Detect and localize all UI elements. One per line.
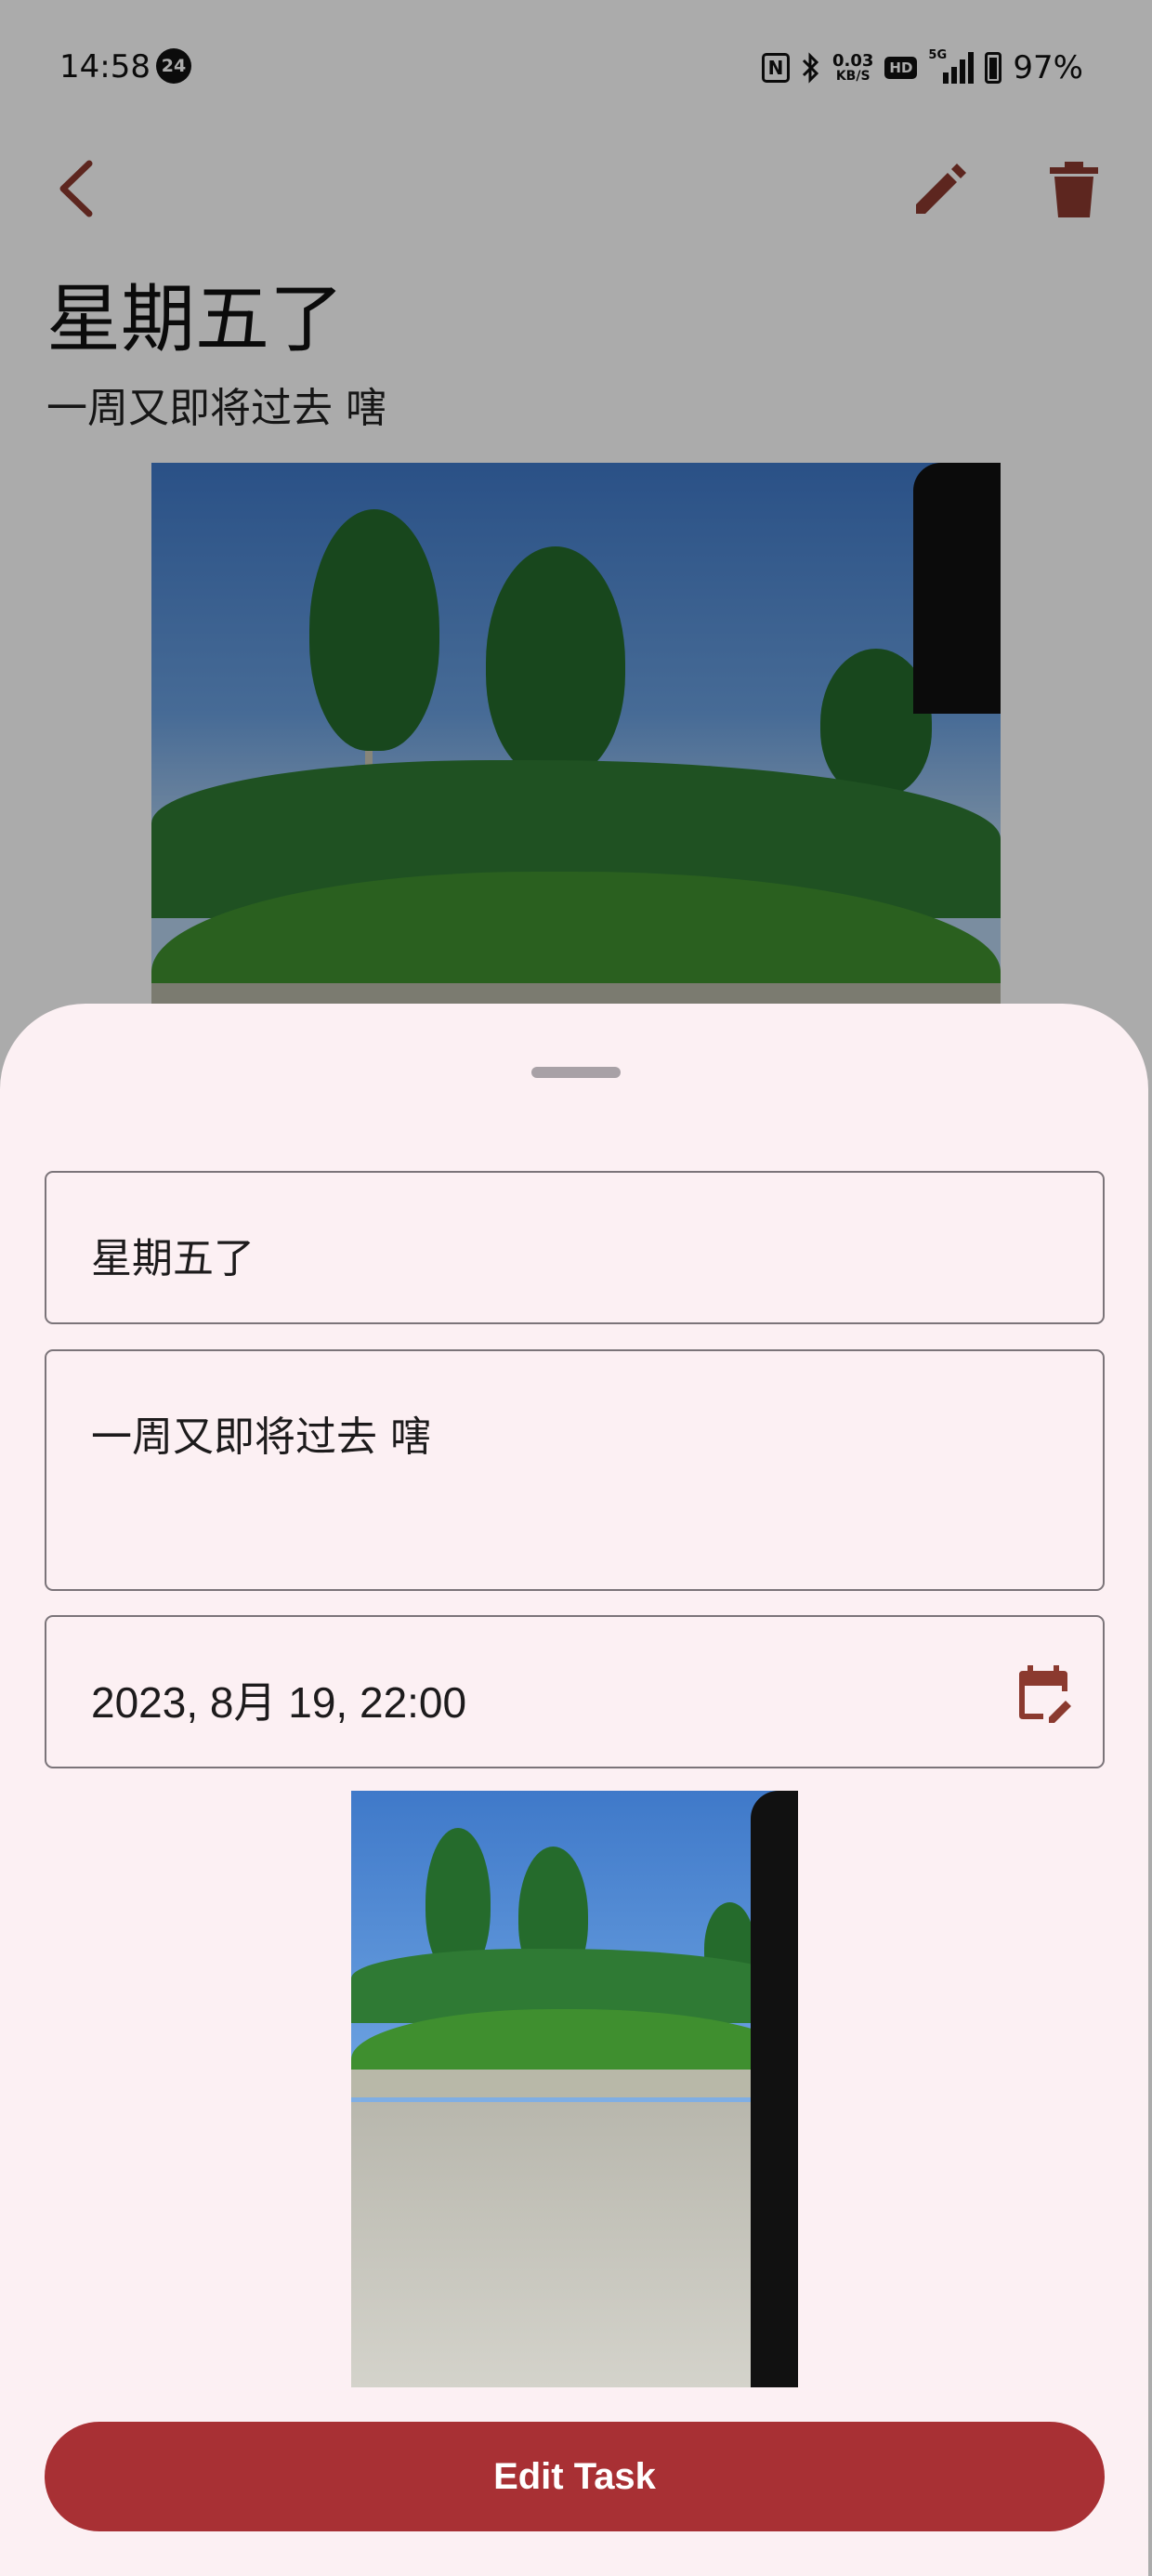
calendar-button[interactable] bbox=[1015, 1663, 1075, 1723]
edit-task-sheet: 星期五了 一周又即将过去 嗐 2023, 8月 19, 22:00 Edit T… bbox=[0, 1004, 1148, 2576]
date-time-field[interactable]: 2023, 8月 19, 22:00 bbox=[45, 1615, 1105, 1768]
date-time-value: 2023, 8月 19, 22:00 bbox=[91, 1678, 467, 1727]
drag-handle[interactable] bbox=[531, 1067, 621, 1078]
description-field[interactable]: 一周又即将过去 嗐 bbox=[45, 1349, 1105, 1591]
calendar-edit-icon bbox=[1019, 1665, 1071, 1723]
title-field[interactable]: 星期五了 bbox=[45, 1171, 1105, 1324]
task-detail-screen: 14:58 24 N 0.03 KB/S HD 5G 97% 星期五了 一周又即… bbox=[0, 0, 1152, 2576]
title-field-value: 星期五了 bbox=[91, 1235, 255, 1282]
edit-task-button[interactable]: Edit Task bbox=[45, 2422, 1105, 2531]
description-field-value: 一周又即将过去 嗐 bbox=[91, 1413, 431, 1461]
attached-image-thumbnail[interactable] bbox=[351, 1791, 798, 2387]
